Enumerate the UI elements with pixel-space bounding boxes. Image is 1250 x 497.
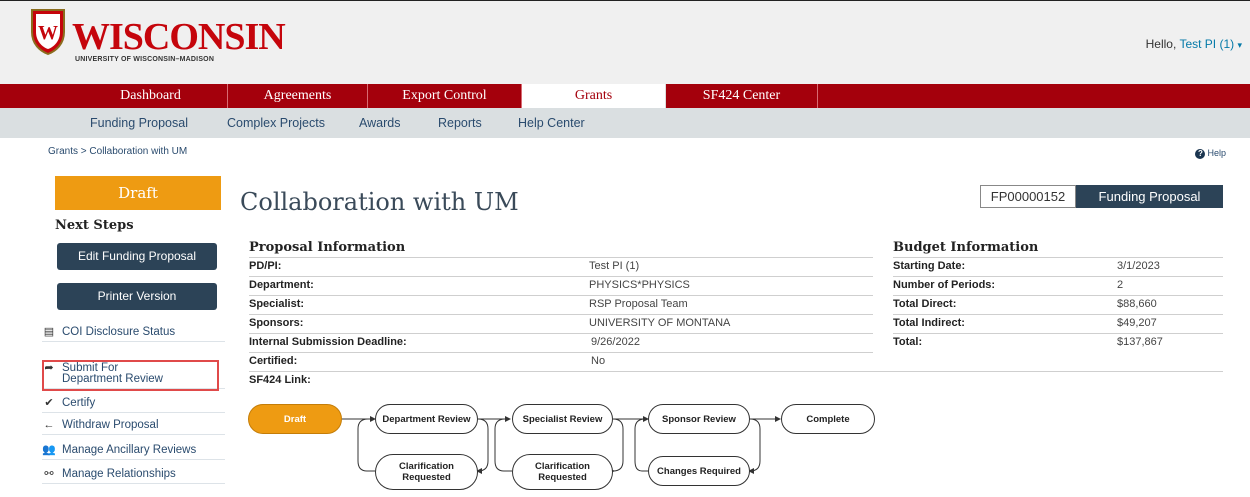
field-label: Specialist: — [249, 298, 305, 310]
page-title: Collaboration with UM — [240, 188, 519, 216]
sidebar-link-label[interactable]: Manage Ancillary Reviews — [62, 444, 196, 456]
field-value: PHYSICS*PHYSICS — [589, 279, 690, 291]
svg-text:W: W — [38, 22, 58, 44]
breadcrumb[interactable]: Grants > Collaboration with UM — [48, 146, 187, 157]
proposal-row: Internal Submission Deadline: 9/26/2022 — [249, 333, 873, 351]
proposal-row: Department: PHYSICS*PHYSICS — [249, 276, 873, 294]
budget-row: Total Indirect: $49,207 — [893, 314, 1223, 332]
greeting-text: Hello, — [1145, 37, 1177, 51]
highlight-box — [42, 360, 219, 391]
step-draft: Draft — [248, 404, 342, 434]
site-header: W WISCONSIN UNIVERSITY OF WISCONSIN–MADI… — [0, 0, 1250, 85]
field-value: 3/1/2023 — [1117, 260, 1160, 272]
help-link[interactable]: ? Help — [1195, 148, 1226, 159]
nav-export-control[interactable]: Export Control — [368, 84, 522, 108]
step-clarification-requested: Clarification Requested — [375, 454, 478, 490]
edit-funding-proposal-button[interactable]: Edit Funding Proposal — [57, 243, 217, 270]
check-icon: ✔ — [44, 397, 54, 409]
budget-row: Number of Periods: 2 — [893, 276, 1223, 294]
step-department-review: Department Review — [375, 404, 478, 434]
field-value: 2 — [1117, 279, 1124, 291]
field-label: Total Indirect: — [893, 317, 965, 329]
question-icon: ? — [1195, 149, 1206, 159]
sidebar-link-relationships[interactable]: ⚯ Manage Relationships — [42, 464, 225, 484]
proposal-type-badge: Funding Proposal — [1076, 185, 1223, 208]
subnav-funding-proposal[interactable]: Funding Proposal — [90, 116, 188, 130]
wordmark[interactable]: WISCONSIN — [72, 18, 286, 56]
help-label[interactable]: Help — [1207, 148, 1226, 158]
budget-row: Total Direct: $88,660 — [893, 295, 1223, 313]
subnav-help-center[interactable]: Help Center — [518, 116, 585, 130]
field-label: SF424 Link: — [249, 374, 311, 386]
field-value: $49,207 — [1117, 317, 1157, 329]
sub-nav: Funding Proposal Complex Projects Awards… — [0, 108, 1250, 138]
sidebar-link-label[interactable]: Certify — [62, 397, 95, 409]
proposal-row: SF424 Link: — [249, 371, 1223, 389]
step-complete: Complete — [781, 404, 875, 434]
user-menu-link[interactable]: Test PI (1) — [1179, 37, 1234, 51]
proposal-row: Specialist: RSP Proposal Team — [249, 295, 873, 313]
field-label: Number of Periods: — [893, 279, 996, 291]
nav-dashboard[interactable]: Dashboard — [74, 84, 228, 108]
next-steps-title: Next Steps — [55, 218, 134, 233]
state-badge: Draft — [55, 176, 221, 210]
proposal-row: Sponsors: UNIVERSITY OF MONTANA — [249, 314, 873, 332]
field-value: Test PI (1) — [589, 260, 640, 272]
budget-row: Starting Date: 3/1/2023 — [893, 257, 1223, 275]
sidebar-link-withdraw[interactable]: ← Withdraw Proposal — [42, 416, 225, 435]
budget-info-title: Budget Information — [893, 240, 1039, 255]
nav-grants[interactable]: Grants — [522, 84, 666, 108]
nav-sf424-center[interactable]: SF424 Center — [666, 84, 818, 108]
sidebar-link-label[interactable]: Manage Relationships — [62, 468, 176, 480]
step-sponsor-review: Sponsor Review — [648, 404, 750, 434]
list-icon: ▤ — [43, 326, 55, 338]
sidebar-link-label[interactable]: Withdraw Proposal — [62, 419, 159, 431]
field-label: Certified: — [249, 355, 298, 367]
sidebar-link-label[interactable]: COI Disclosure Status — [62, 326, 175, 338]
field-label: Total: — [893, 336, 923, 348]
proposal-id-badge: FP00000152 — [980, 185, 1076, 208]
field-label: Department: — [249, 279, 314, 291]
nav-agreements[interactable]: Agreements — [228, 84, 368, 108]
sidebar-link-ancillary-reviews[interactable]: 👥 Manage Ancillary Reviews — [42, 440, 225, 460]
main-nav: Dashboard Agreements Export Control Gran… — [0, 84, 1250, 108]
field-value: No — [591, 355, 606, 367]
sidebar-link-certify[interactable]: ✔ Certify — [42, 393, 225, 413]
field-label: Starting Date: — [893, 260, 966, 272]
proposal-row: Certified: No — [249, 352, 873, 370]
subnav-complex-projects[interactable]: Complex Projects — [227, 116, 325, 130]
sidebar-link-coi[interactable]: ▤ COI Disclosure Status — [42, 322, 225, 342]
field-label: Sponsors: — [249, 317, 304, 329]
step-changes-required: Changes Required — [648, 456, 750, 486]
university-name: UNIVERSITY OF WISCONSIN–MADISON — [75, 56, 215, 63]
field-label: PD/PI: — [249, 260, 282, 272]
proposal-row: PD/PI: Test PI (1) — [249, 257, 873, 275]
budget-row: Total: $137,867 — [893, 333, 1223, 351]
subnav-reports[interactable]: Reports — [438, 116, 482, 130]
subnav-awards[interactable]: Awards — [359, 116, 400, 130]
arrow-left-icon: ← — [43, 419, 55, 431]
field-label: Total Direct: — [893, 298, 957, 310]
workflow-diagram: Draft Department Review Specialist Revie… — [240, 398, 900, 494]
field-value: RSP Proposal Team — [589, 298, 688, 310]
step-specialist-review: Specialist Review — [512, 404, 613, 434]
step-clarification-requested: Clarification Requested — [512, 454, 613, 490]
field-value: $137,867 — [1117, 336, 1163, 348]
field-value: $88,660 — [1117, 298, 1157, 310]
printer-version-button[interactable]: Printer Version — [57, 283, 217, 310]
link-icon: ⚯ — [44, 468, 54, 480]
field-label: Internal Submission Deadline: — [249, 336, 407, 348]
proposal-info-title: Proposal Information — [249, 240, 406, 255]
caret-down-icon[interactable]: ▾ — [1237, 40, 1242, 50]
users-icon: 👥 — [42, 444, 56, 456]
field-value: UNIVERSITY OF MONTANA — [589, 317, 731, 329]
user-greeting: Hello, Test PI (1) ▾ — [1146, 37, 1242, 51]
uw-crest-logo: W — [31, 9, 65, 56]
field-value: 9/26/2022 — [591, 336, 640, 348]
